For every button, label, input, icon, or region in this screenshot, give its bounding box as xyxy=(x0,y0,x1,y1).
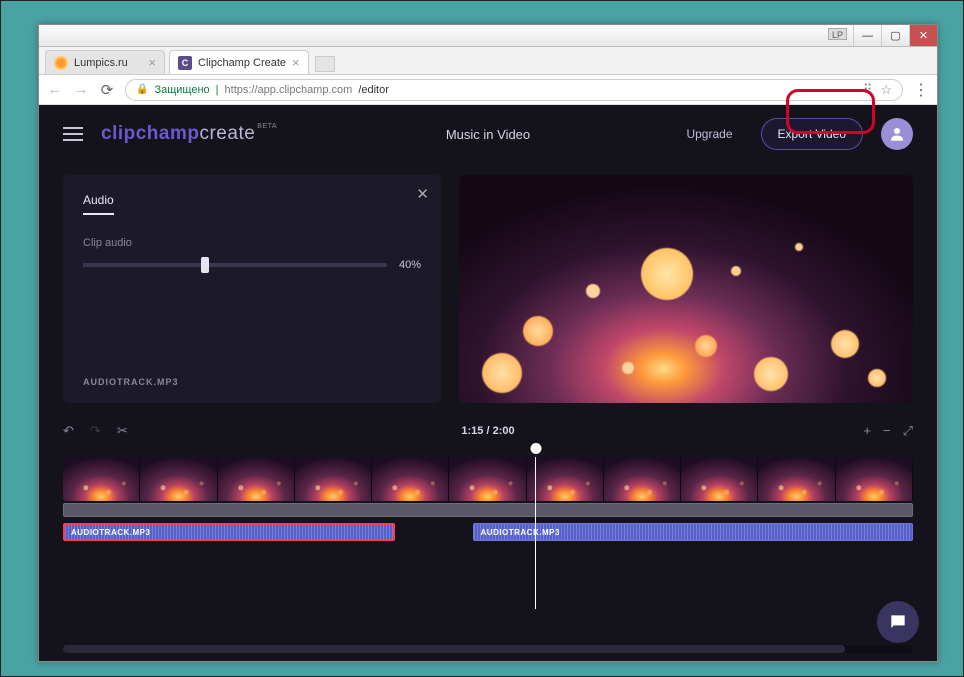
tab-strip: Lumpics.ru × C Clipchamp Create × xyxy=(39,47,937,75)
zoom-fit-icon[interactable]: ⤢ xyxy=(903,423,913,439)
zoom-in-icon[interactable]: + xyxy=(863,423,871,439)
secure-label: Защищено xyxy=(154,84,209,96)
track-name: AUDIOTRACK.MP3 xyxy=(83,377,179,387)
window-close[interactable]: ✕ xyxy=(909,25,937,46)
undo-icon[interactable]: ↶ xyxy=(63,423,74,439)
audio-clip[interactable]: AUDIOTRACK.MP3 xyxy=(473,523,913,541)
export-video-button[interactable]: Export Video xyxy=(761,118,864,150)
window-maximize[interactable]: ▢ xyxy=(881,25,909,46)
reload-icon[interactable]: ⟳ xyxy=(99,81,115,99)
scissors-icon[interactable]: ✂ xyxy=(117,423,128,439)
user-icon xyxy=(888,125,906,143)
window-minimize[interactable]: — xyxy=(853,25,881,46)
audio-track[interactable]: AUDIOTRACK.MP3 AUDIOTRACK.MP3 xyxy=(63,523,913,541)
window-titlebar: LP — ▢ ✕ xyxy=(39,25,937,47)
video-preview[interactable] xyxy=(459,175,913,403)
tab-close-icon[interactable]: × xyxy=(286,55,300,70)
browser-menu-icon[interactable]: ⋮ xyxy=(913,80,929,100)
audio-tab[interactable]: Audio xyxy=(83,193,114,215)
translate-icon[interactable]: ⠿ xyxy=(863,82,873,98)
audio-panel: ✕ Audio Clip audio 40% AUDIOTRACK.MP3 xyxy=(63,175,441,403)
lp-badge: LP xyxy=(828,28,847,40)
tab-close-icon[interactable]: × xyxy=(142,55,156,70)
video-track[interactable] xyxy=(63,457,913,501)
menu-icon[interactable] xyxy=(63,127,83,141)
tab-clipchamp[interactable]: C Clipchamp Create × xyxy=(169,50,309,74)
timeline-time: 1:15 / 2:00 xyxy=(461,425,514,437)
back-icon[interactable]: ← xyxy=(47,81,63,98)
slider-thumb[interactable] xyxy=(201,257,209,273)
app-header: clipchampcreateBETA Music in Video Upgra… xyxy=(39,105,937,163)
forward-icon[interactable]: → xyxy=(73,81,89,98)
url-host: https://app.clipchamp.com xyxy=(225,84,353,96)
redo-icon[interactable]: ↷ xyxy=(90,423,101,439)
favicon-clipchamp: C xyxy=(178,56,192,70)
chat-icon xyxy=(888,612,908,632)
spacer-track[interactable] xyxy=(63,503,913,517)
timeline[interactable]: AUDIOTRACK.MP3 AUDIOTRACK.MP3 xyxy=(63,457,913,575)
tab-title: Clipchamp Create xyxy=(198,57,286,69)
close-icon[interactable]: ✕ xyxy=(416,185,429,203)
chat-button[interactable] xyxy=(877,601,919,643)
bookmark-icon[interactable]: ☆ xyxy=(880,82,892,98)
project-title[interactable]: Music in Video xyxy=(446,127,530,142)
upgrade-button[interactable]: Upgrade xyxy=(672,119,746,149)
horizontal-scrollbar[interactable] xyxy=(63,645,913,653)
clipchamp-app: clipchampcreateBETA Music in Video Upgra… xyxy=(39,105,937,661)
browser-window: LP — ▢ ✕ Lumpics.ru × C Clipchamp Create… xyxy=(38,24,938,662)
favicon-lumpics xyxy=(54,56,68,70)
volume-value: 40% xyxy=(399,259,421,271)
zoom-out-icon[interactable]: − xyxy=(883,423,891,439)
address-bar[interactable]: 🔒 Защищено | https://app.clipchamp.com/e… xyxy=(125,79,903,101)
lock-icon: 🔒 xyxy=(136,84,148,95)
logo: clipchampcreateBETA xyxy=(101,123,277,145)
tab-lumpics[interactable]: Lumpics.ru × xyxy=(45,50,165,74)
avatar[interactable] xyxy=(881,118,913,150)
audio-clip-selected[interactable]: AUDIOTRACK.MP3 xyxy=(63,523,395,541)
new-tab-button[interactable] xyxy=(315,56,335,72)
volume-slider[interactable] xyxy=(83,263,387,267)
scrollbar-thumb[interactable] xyxy=(63,645,845,653)
timeline-toolbar: ↶ ↷ ✂ 1:15 / 2:00 + − ⤢ xyxy=(39,413,937,449)
tab-title: Lumpics.ru xyxy=(74,57,128,69)
address-row: ← → ⟳ 🔒 Защищено | https://app.clipchamp… xyxy=(39,75,937,105)
main-row: ✕ Audio Clip audio 40% AUDIOTRACK.MP3 xyxy=(39,163,937,403)
url-path: /editor xyxy=(358,84,389,96)
clip-audio-label: Clip audio xyxy=(83,237,421,249)
